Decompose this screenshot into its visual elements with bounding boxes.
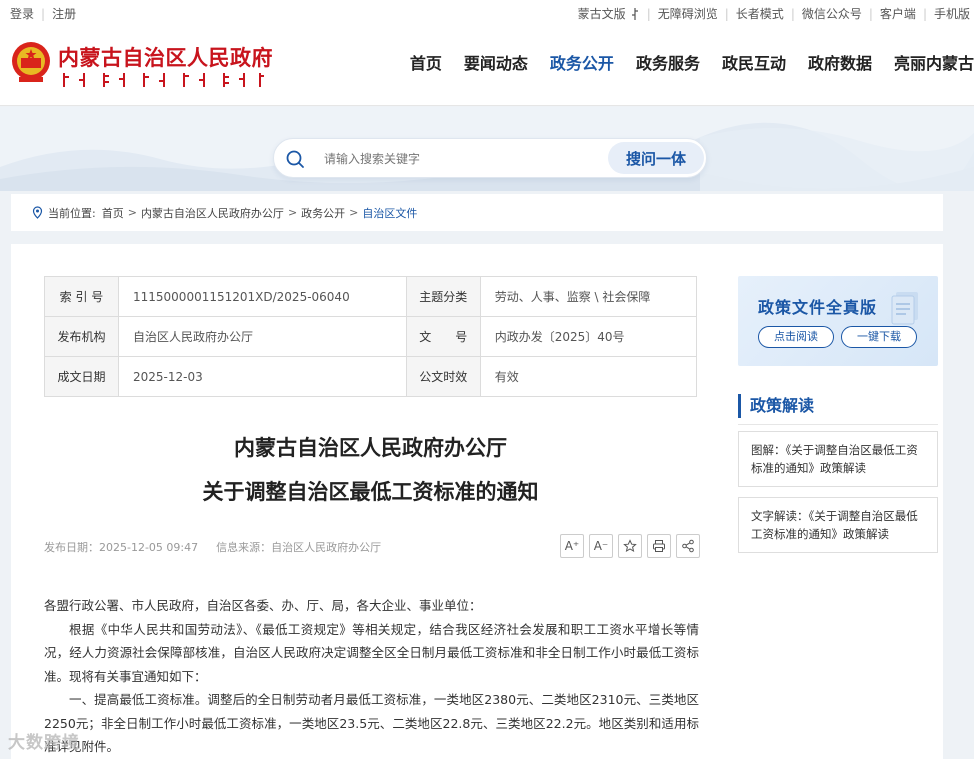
document-title-line2: 关于调整自治区最低工资标准的通知	[202, 480, 539, 504]
publish-info: 发布日期：2025-12-05 09:47 信息来源：自治区人民政府办公厅	[44, 539, 399, 555]
client-app-link[interactable]: 客户端	[880, 5, 916, 22]
breadcrumb-gov-affairs[interactable]: 政务公开	[301, 205, 345, 221]
mongolian-script-logo	[63, 73, 264, 87]
nav-interaction[interactable]: 政民互动	[722, 50, 786, 74]
font-decrease-button[interactable]: A⁻	[589, 534, 613, 558]
share-icon	[682, 539, 694, 553]
nav-services[interactable]: 政务服务	[636, 50, 700, 74]
search-bar: 搜问一体	[273, 138, 707, 178]
download-button[interactable]: 一键下载	[841, 326, 917, 348]
nav-government-affairs[interactable]: 政务公开	[550, 50, 614, 74]
interpretation-card-graphic[interactable]: 图解：《关于调整自治区最低工资标准的通知》政策解读	[738, 431, 938, 487]
article-tools: A⁺ A⁻	[555, 534, 700, 558]
policy-fulltext-banner[interactable]: 政策文件全真版 点击阅读 一键下载	[738, 276, 938, 366]
breadcrumb-current[interactable]: 自治区文件	[362, 205, 417, 221]
site-title[interactable]: 内蒙古自治区人民政府	[58, 42, 273, 72]
breadcrumb-label: 当前位置:	[48, 206, 96, 220]
topic-label: 主题分类	[405, 276, 481, 317]
date-value: 2025-12-03	[118, 356, 407, 397]
document-title-line1: 内蒙古自治区人民政府办公厅	[234, 436, 507, 460]
register-link[interactable]: 注册	[52, 5, 76, 22]
topic-value: 劳动、人事、监察 \ 社会保障	[479, 276, 698, 317]
validity-value: 有效	[479, 356, 698, 397]
elder-mode-link[interactable]: 长者模式	[736, 5, 784, 22]
search-input[interactable]	[324, 149, 594, 169]
breadcrumb: 当前位置: 首页 > 内蒙古自治区人民政府办公厅 > 政务公开 > 自治区文件	[11, 194, 943, 231]
star-icon	[623, 539, 637, 553]
login-link[interactable]: 登录	[10, 5, 34, 22]
interpretation-card-text[interactable]: 文字解读：《关于调整自治区最低工资标准的通知》政策解读	[738, 497, 938, 553]
docno-value: 内政办发〔2025〕40号	[479, 316, 698, 357]
top-utility-bar: 登录 | 注册 蒙古文版 | 无障碍浏览 | 长者模式 | 微信公众号 | 客户…	[0, 0, 974, 26]
table-row: 成文日期 2025-12-03 公文时效 有效	[44, 356, 698, 397]
table-row: 索 引 号 1115000001151201XD/2025-06040 主题分类…	[44, 276, 698, 317]
location-pin-icon	[32, 206, 43, 219]
nav-home[interactable]: 首页	[410, 50, 442, 74]
body-paragraph: 根据《中华人民共和国劳动法》、《最低工资规定》等相关规定，结合我区经济社会发展和…	[44, 621, 699, 684]
content-panel: 索 引 号 1115000001151201XD/2025-06040 主题分类…	[11, 244, 943, 759]
nav-news[interactable]: 要闻动态	[464, 50, 528, 74]
mongolian-version-link[interactable]: 蒙古文版	[578, 5, 626, 22]
accessibility-link[interactable]: 无障碍浏览	[658, 5, 718, 22]
nav-beautiful-imar[interactable]: 亮丽内蒙古	[894, 50, 974, 74]
body-paragraph: 一、提高最低工资标准。调整后的全日制劳动者月最低工资标准，一类地区2380元、二…	[44, 692, 699, 754]
divider	[738, 424, 938, 425]
read-button[interactable]: 点击阅读	[758, 326, 834, 348]
favorite-button[interactable]	[618, 534, 642, 558]
main-nav: 首页 要闻动态 政务公开 政务服务 政民互动 政府数据 亮丽内蒙古	[388, 50, 974, 74]
print-button[interactable]	[647, 534, 671, 558]
breadcrumb-office[interactable]: 内蒙古自治区人民政府办公厅	[141, 205, 284, 221]
search-button[interactable]: 搜问一体	[608, 142, 704, 174]
index-label: 索 引 号	[44, 276, 119, 317]
validity-label: 公文时效	[405, 356, 481, 397]
document-stack-icon	[891, 292, 918, 325]
index-value: 1115000001151201XD/2025-06040	[118, 276, 407, 317]
national-emblem-icon[interactable]	[10, 40, 52, 84]
issuer-label: 发布机构	[44, 316, 119, 357]
banner-title: 政策文件全真版	[758, 298, 878, 317]
publish-date: 发布日期：2025-12-05 09:47	[44, 541, 199, 554]
mobile-version-link[interactable]: 手机版	[934, 5, 970, 22]
search-icon[interactable]	[284, 148, 306, 170]
share-button[interactable]	[676, 534, 700, 558]
document-meta-table: 索 引 号 1115000001151201XD/2025-06040 主题分类…	[44, 276, 698, 397]
font-increase-button[interactable]: A⁺	[560, 534, 584, 558]
issuer-value: 自治区人民政府办公厅	[118, 316, 407, 357]
mongolian-script-icon	[631, 7, 638, 20]
policy-interpretation-heading: 政策解读	[738, 394, 938, 418]
body-paragraph: 各盟行政公署、市人民政府，自治区各委、办、厅、局，各大企业、事业单位：	[44, 598, 482, 613]
article-body: 各盟行政公署、市人民政府，自治区各委、办、厅、局，各大企业、事业单位： 根据《中…	[44, 594, 699, 759]
date-label: 成文日期	[44, 356, 119, 397]
site-header: 内蒙古自治区人民政府 首页 要闻动态 政务公开 政务服务 政民互动 政府数据 亮…	[0, 26, 974, 106]
watermark: 大数跨境	[8, 733, 80, 753]
breadcrumb-home[interactable]: 首页	[102, 205, 124, 221]
print-icon	[653, 540, 665, 552]
wechat-link[interactable]: 微信公众号	[802, 5, 862, 22]
table-row: 发布机构 自治区人民政府办公厅 文 号 内政办发〔2025〕40号	[44, 316, 698, 357]
info-source: 信息来源：自治区人民政府办公厅	[216, 541, 382, 554]
docno-label: 文 号	[405, 316, 481, 357]
nav-data[interactable]: 政府数据	[808, 50, 872, 74]
